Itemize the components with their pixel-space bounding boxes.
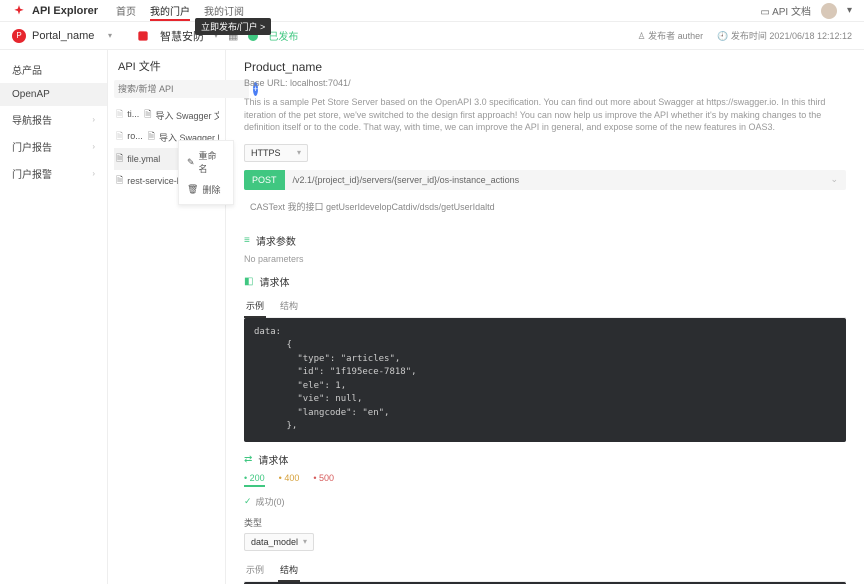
- scheme-select[interactable]: HTTPS▾: [244, 144, 308, 162]
- no-params: No parameters: [244, 254, 846, 264]
- success-label: 成功(0): [256, 495, 285, 508]
- publish-tooltip[interactable]: 立即发布/门户 >: [195, 18, 271, 35]
- base-url: Base URL: localhost:7041/: [244, 78, 846, 88]
- status-500[interactable]: • 500: [313, 473, 334, 487]
- avatar[interactable]: [821, 3, 837, 19]
- publish-time: 🕘 发布时间 2021/06/18 12:12:12: [717, 29, 852, 42]
- main-content: Product_name Base URL: localhost:7041/ T…: [226, 50, 864, 584]
- nav-home[interactable]: 首页: [116, 0, 136, 21]
- portal-name: Portal_name: [32, 30, 94, 42]
- portal-badge-icon: P: [12, 29, 26, 43]
- product-name: Product_name: [244, 60, 846, 74]
- sidebar-item-openap[interactable]: OpenAP: [0, 83, 107, 106]
- api-path: /v2.1/{project_id}/servers/{server_id}/o…: [285, 175, 823, 185]
- api-doc-link[interactable]: ▭ API 文档: [760, 3, 811, 18]
- ctx-delete[interactable]: 🗑 删除: [179, 179, 233, 200]
- file-panel-title: API 文件: [114, 58, 219, 74]
- file-icon: 🗎: [116, 151, 123, 167]
- tab-example2[interactable]: 示例: [244, 559, 266, 581]
- app-icon: [136, 29, 150, 43]
- tab-structure[interactable]: 结构: [278, 295, 300, 317]
- api-row[interactable]: POST /v2.1/{project_id}/servers/{server_…: [244, 170, 846, 190]
- sidebar-item-portalreport[interactable]: 门户报告›: [0, 133, 107, 160]
- status-400[interactable]: • 400: [279, 473, 300, 487]
- api-description: CASText 我的接口 getUserIdevelopCatdiv/dsds/…: [244, 196, 846, 223]
- chevron-down-icon: ▾: [108, 31, 112, 40]
- check-icon: ✓: [244, 496, 252, 507]
- chevron-down-icon: ▾: [303, 537, 307, 546]
- status-label: 已发布: [268, 28, 298, 43]
- nav-myportal[interactable]: 我的门户: [150, 0, 190, 21]
- reqbody-icon: ◧: [244, 276, 253, 287]
- status-200[interactable]: • 200: [244, 473, 265, 487]
- chevron-right-icon: ›: [92, 115, 95, 124]
- product-description: This is a sample Pet Store Server based …: [244, 96, 846, 134]
- http-method: POST: [244, 170, 285, 190]
- file-icon: 🗎: [116, 173, 123, 189]
- sidebar-item-overview[interactable]: 总产品: [0, 56, 107, 83]
- tab-example[interactable]: 示例: [244, 295, 266, 318]
- file-icon: 🗎: [116, 107, 123, 123]
- respbody-icon: ⇄: [244, 454, 252, 465]
- publisher-label: ♙ 发布者 auther: [638, 29, 704, 42]
- sidebar-item-portalalert[interactable]: 门户报警›: [0, 160, 107, 187]
- type-label: 类型: [244, 516, 846, 529]
- import-swagger-file[interactable]: 🗎ti... 🗎 导入 Swagger 文件: [114, 104, 219, 126]
- portal-selector[interactable]: P Portal_name ▾: [12, 29, 112, 43]
- chevron-down-icon: ▾: [297, 148, 301, 157]
- ctx-rename[interactable]: ✎ 重命名: [179, 145, 233, 179]
- tab-structure2[interactable]: 结构: [278, 559, 300, 582]
- context-menu: ✎ 重命名 🗑 删除: [178, 140, 234, 205]
- section-params: 请求参数: [256, 233, 296, 248]
- file-icon: 🗎: [116, 129, 123, 145]
- brand-name: API Explorer: [32, 5, 98, 17]
- sidebar-item-navreport[interactable]: 导航报告›: [0, 106, 107, 133]
- huawei-logo-icon: [12, 4, 26, 18]
- section-reqbody: 请求体: [259, 274, 289, 289]
- code-request: data: { "type": "articles", "id": "1f195…: [244, 318, 846, 442]
- avatar-caret[interactable]: ▾: [847, 5, 852, 16]
- chevron-right-icon: ›: [92, 169, 95, 178]
- chevron-right-icon: ›: [92, 142, 95, 151]
- expand-icon[interactable]: ⌄: [822, 174, 846, 185]
- type-select[interactable]: data_model▾: [244, 533, 314, 551]
- sidebar: 总产品 OpenAP 导航报告› 门户报告› 门户报警›: [0, 50, 108, 584]
- section-respbody: 请求体: [258, 452, 288, 467]
- file-panel: API 文件 + 🗎ti... 🗎 导入 Swagger 文件 🗎ro... 🗎…: [108, 50, 226, 584]
- params-icon: ≡: [244, 235, 250, 246]
